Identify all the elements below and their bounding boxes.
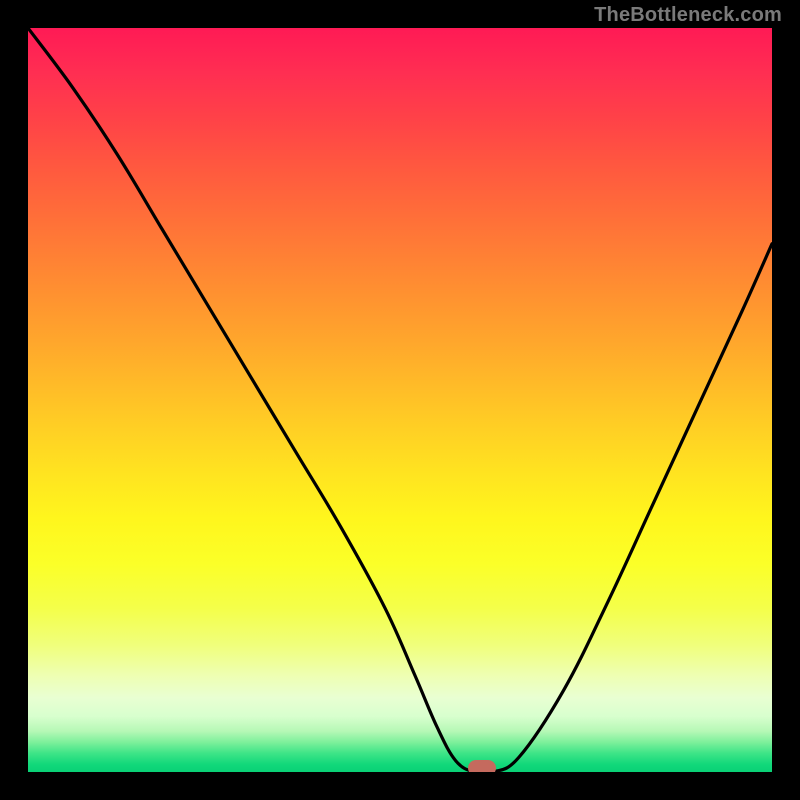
chart-stage: TheBottleneck.com [0,0,800,800]
optimal-marker [468,760,496,772]
bottleneck-curve [28,28,772,772]
plot-area [28,28,772,772]
watermark-text: TheBottleneck.com [594,4,782,27]
